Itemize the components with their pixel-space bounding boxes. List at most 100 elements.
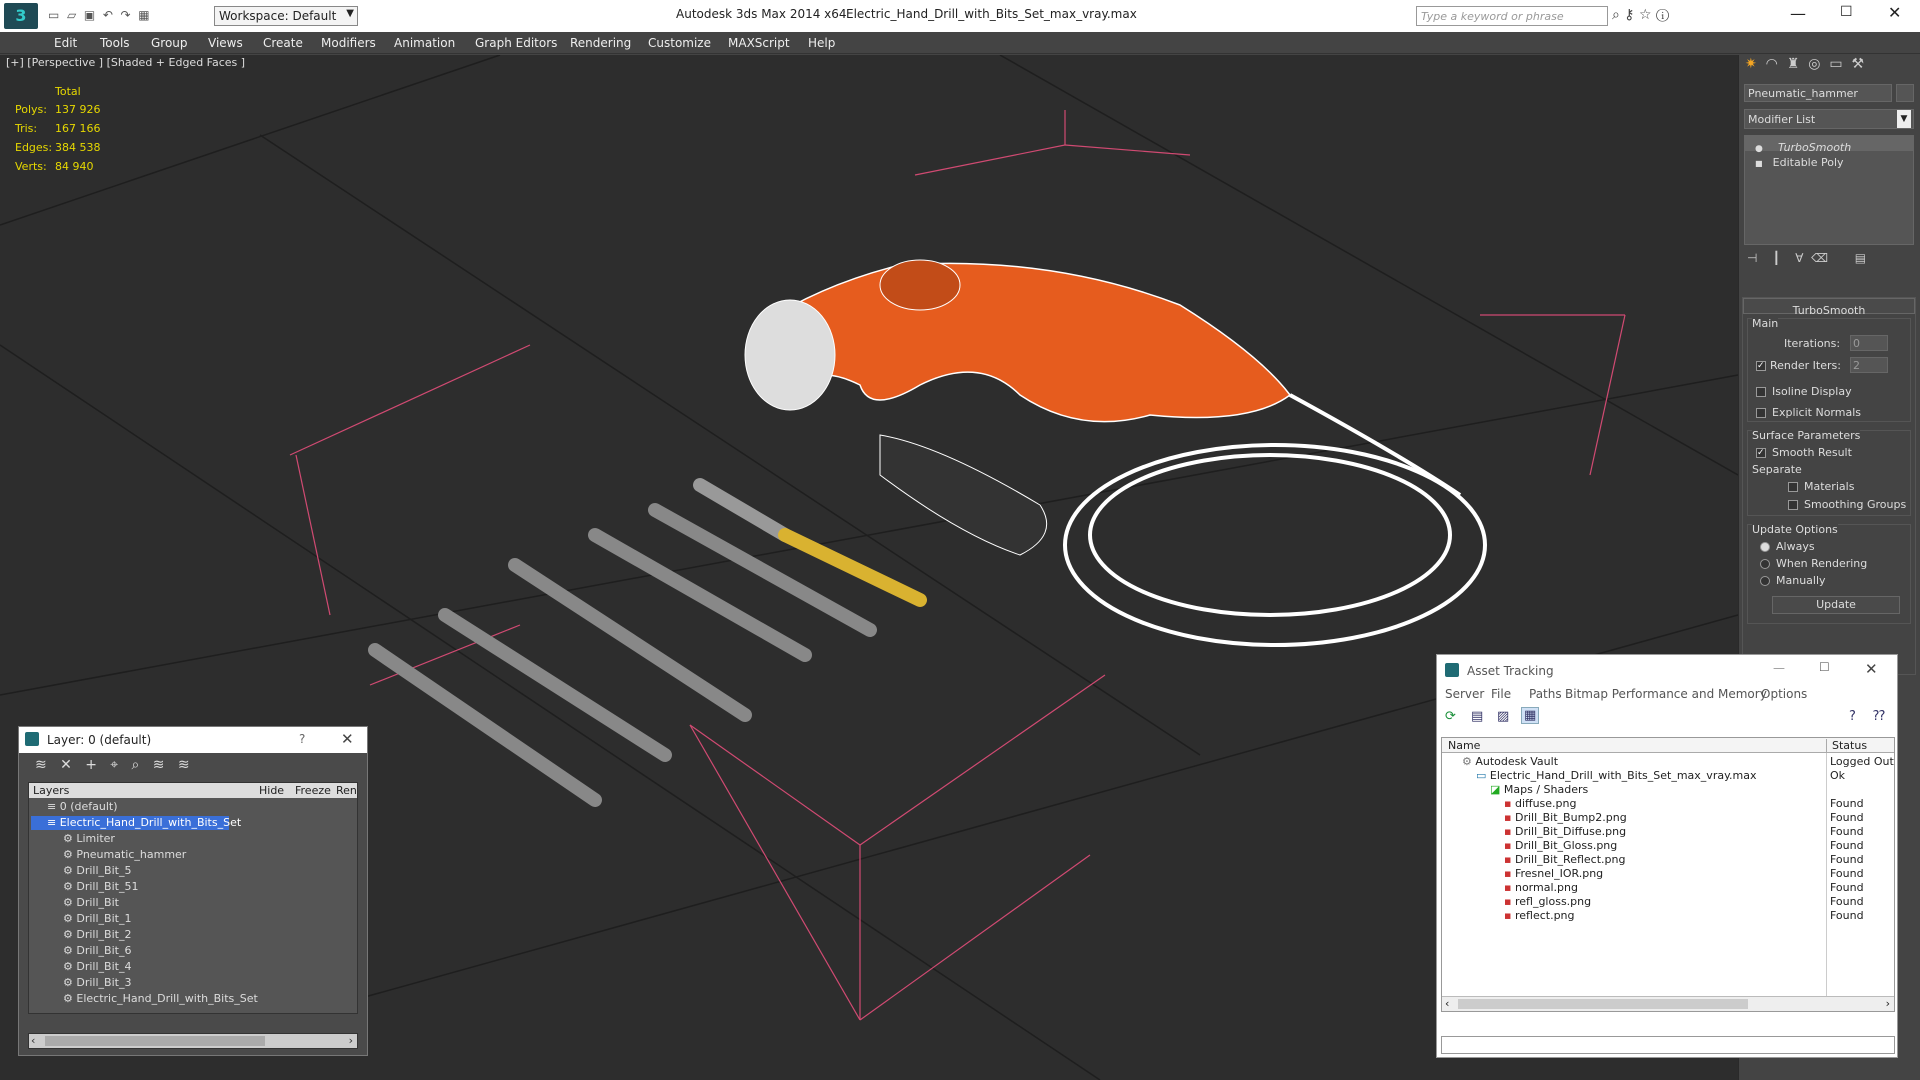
- key-icon[interactable]: ⚷: [1624, 7, 1634, 23]
- asset-row-map[interactable]: ▪ refl_gloss.png: [1504, 895, 1591, 908]
- menu-bitmap-performance[interactable]: Bitmap Performance and Memory: [1565, 687, 1767, 701]
- menu-create[interactable]: Create: [263, 36, 303, 50]
- context-help-icon[interactable]: ⁇: [1873, 709, 1885, 724]
- layer-row[interactable]: ≡ 0 (default): [47, 800, 118, 813]
- stack-item-turbosmooth[interactable]: ● TurboSmooth: [1745, 136, 1913, 154]
- menu-file[interactable]: File: [1491, 687, 1511, 701]
- menu-edit[interactable]: Edit: [54, 36, 77, 50]
- favorites-icon[interactable]: ☆: [1639, 7, 1652, 23]
- scroll-right-icon[interactable]: ›: [1886, 997, 1890, 1010]
- expand-icon[interactable]: ■: [1755, 159, 1763, 168]
- close-icon[interactable]: ✕: [1865, 660, 1878, 678]
- layer-row[interactable]: ⚙ Drill_Bit_6: [63, 944, 131, 957]
- display-tab-icon[interactable]: ▭: [1829, 56, 1842, 72]
- menu-group[interactable]: Group: [151, 36, 188, 50]
- minimize-button[interactable]: —: [1790, 4, 1806, 23]
- menu-tools[interactable]: Tools: [100, 36, 130, 50]
- menu-server[interactable]: Server: [1445, 687, 1484, 701]
- menu-animation[interactable]: Animation: [394, 36, 455, 50]
- refresh-icon[interactable]: ⟳: [1445, 709, 1456, 724]
- delete-layer-icon[interactable]: ✕: [60, 757, 72, 773]
- layer-row[interactable]: ⚙ Drill_Bit: [63, 896, 119, 909]
- help-icon[interactable]: ?: [1849, 709, 1856, 724]
- close-button[interactable]: ✕: [1888, 3, 1901, 22]
- create-layer-icon[interactable]: ≋: [35, 757, 47, 773]
- object-name-field[interactable]: Pneumatic_hammer: [1744, 84, 1892, 102]
- menu-maxscript[interactable]: MAXScript: [728, 36, 790, 50]
- menu-views[interactable]: Views: [208, 36, 243, 50]
- scroll-left-icon[interactable]: ‹: [1445, 997, 1449, 1010]
- layer-row[interactable]: ⚙ Drill_Bit_4: [63, 960, 131, 973]
- menu-options[interactable]: Options: [1761, 687, 1807, 701]
- open-file-icon[interactable]: ▱: [67, 8, 76, 22]
- hierarchy-tab-icon[interactable]: ♜: [1787, 56, 1800, 72]
- layer-row[interactable]: ⚙ Drill_Bit_2: [63, 928, 131, 941]
- layer-row[interactable]: ⚙ Drill_Bit_51: [63, 880, 138, 893]
- layer-row[interactable]: ⚙ Drill_Bit_1: [63, 912, 131, 925]
- asset-horizontal-scrollbar[interactable]: ‹ ›: [1442, 996, 1894, 1011]
- scroll-thumb[interactable]: [45, 1036, 265, 1046]
- modify-tab-icon[interactable]: ◠: [1766, 56, 1778, 72]
- hide-column-header[interactable]: Hide: [259, 784, 284, 797]
- add-to-layer-icon[interactable]: +: [85, 757, 97, 773]
- freeze-column-header[interactable]: Freeze: [295, 784, 331, 797]
- update-button[interactable]: Update: [1772, 596, 1900, 614]
- layer-row[interactable]: ⚙ Drill_Bit_5: [63, 864, 131, 877]
- table-view-icon[interactable]: ▦: [1521, 707, 1540, 724]
- name-column-header[interactable]: Name: [1448, 739, 1480, 752]
- explicit-normals-checkbox[interactable]: [1756, 408, 1766, 418]
- menu-graph-editors[interactable]: Graph Editors: [475, 36, 557, 50]
- minimize-button[interactable]: —: [1773, 661, 1785, 675]
- stack-item-editable-poly[interactable]: ■ Editable Poly: [1745, 151, 1913, 169]
- render-column-header[interactable]: Ren: [336, 784, 357, 797]
- menu-help[interactable]: Help: [808, 36, 835, 50]
- modifier-list-dropdown[interactable]: Modifier List ▼: [1744, 109, 1914, 129]
- when-rendering-radio[interactable]: [1760, 559, 1770, 569]
- asset-row-map[interactable]: ▪ reflect.png: [1504, 909, 1575, 922]
- viewport-label[interactable]: [+] [Perspective ] [Shaded + Edged Faces…: [6, 56, 245, 69]
- motion-tab-icon[interactable]: ◎: [1808, 56, 1820, 72]
- layer-row[interactable]: ⚙ Electric_Hand_Drill_with_Bits_Set: [63, 992, 258, 1005]
- help-button[interactable]: ?: [299, 732, 305, 746]
- configure-sets-icon[interactable]: ▤: [1855, 251, 1866, 265]
- select-objects-icon[interactable]: ⌖: [110, 757, 118, 773]
- render-iters-checkbox[interactable]: ✓: [1756, 361, 1766, 371]
- smoothing-groups-checkbox[interactable]: [1788, 500, 1798, 510]
- render-iters-spinner[interactable]: 2: [1850, 357, 1888, 373]
- binoculars-icon[interactable]: ⌕: [1612, 7, 1620, 23]
- help-icon[interactable]: ⓘ: [1656, 7, 1669, 23]
- asset-row-map[interactable]: ▪ Drill_Bit_Gloss.png: [1504, 839, 1617, 852]
- scroll-thumb[interactable]: [1458, 999, 1748, 1009]
- asset-row-maps-folder[interactable]: ◪ Maps / Shaders: [1490, 783, 1588, 796]
- layer-horizontal-scrollbar[interactable]: ‹ ›: [28, 1033, 358, 1049]
- manually-radio[interactable]: [1760, 576, 1770, 586]
- pin-stack-icon[interactable]: ⊣: [1747, 251, 1757, 265]
- asset-row-map[interactable]: ▪ Fresnel_IOR.png: [1504, 867, 1603, 880]
- menu-customize[interactable]: Customize: [648, 36, 711, 50]
- new-file-icon[interactable]: ▭: [48, 8, 59, 22]
- project-icon[interactable]: ▦: [138, 8, 149, 22]
- freeze-all-icon[interactable]: ≋: [178, 757, 190, 773]
- smooth-result-checkbox[interactable]: ✓: [1756, 448, 1766, 458]
- maximize-button[interactable]: ☐: [1819, 660, 1830, 674]
- layers-column-header[interactable]: Layers: [33, 784, 69, 797]
- menu-paths[interactable]: Paths: [1529, 687, 1562, 701]
- status-column-header[interactable]: Status: [1826, 739, 1896, 752]
- asset-row-map[interactable]: ▪ normal.png: [1504, 881, 1578, 894]
- highlight-layer-icon[interactable]: ⌕: [132, 757, 140, 773]
- asset-row-map[interactable]: ▪ Drill_Bit_Diffuse.png: [1504, 825, 1626, 838]
- always-radio[interactable]: [1760, 542, 1770, 552]
- menu-rendering[interactable]: Rendering: [570, 36, 631, 50]
- object-color-swatch[interactable]: [1896, 84, 1914, 102]
- asset-row-scene-file[interactable]: ▭ Electric_Hand_Drill_with_Bits_Set_max_…: [1476, 769, 1756, 782]
- search-input[interactable]: Type a keyword or phrase: [1416, 6, 1608, 26]
- undo-icon[interactable]: ↶: [103, 8, 113, 22]
- isoline-checkbox[interactable]: [1756, 387, 1766, 397]
- thumbnail-view-icon[interactable]: ▨: [1497, 709, 1509, 724]
- remove-modifier-icon[interactable]: ⌫: [1811, 251, 1828, 265]
- layer-row[interactable]: ⚙ Limiter: [63, 832, 115, 845]
- asset-path-field[interactable]: [1441, 1036, 1895, 1054]
- asset-row-map[interactable]: ▪ Drill_Bit_Bump2.png: [1504, 811, 1627, 824]
- hide-all-icon[interactable]: ≋: [153, 757, 165, 773]
- close-icon[interactable]: ✕: [341, 730, 354, 748]
